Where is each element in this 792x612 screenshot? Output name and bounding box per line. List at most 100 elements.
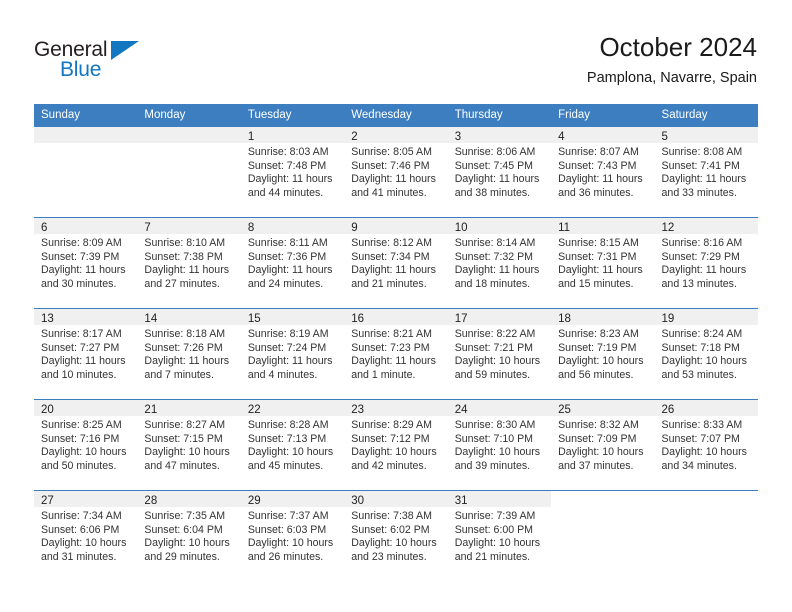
day-cell[interactable]: 18 Sunrise: 8:23 AM Sunset: 7:19 PM Dayligh… <box>551 309 655 399</box>
day-number-band: 18 <box>551 309 655 325</box>
daylight-text: and 27 minutes. <box>144 277 220 290</box>
day-cell[interactable]: 17 Sunrise: 8:22 AM Sunset: 7:21 PM Dayligh… <box>447 309 552 399</box>
day-cell[interactable]: 22 Sunrise: 8:28 AM Sunset: 7:13 PM Dayligh… <box>240 400 345 490</box>
daylight-text: and 53 minutes. <box>661 368 737 381</box>
brand-logo[interactable]: General Blue <box>34 38 214 88</box>
daylight-text: and 47 minutes. <box>144 459 220 472</box>
day-cell[interactable]: 24 Sunrise: 8:30 AM Sunset: 7:10 PM Dayligh… <box>447 400 552 490</box>
day-cell[interactable]: 7 Sunrise: 8:10 AM Sunset: 7:38 PM Daylight… <box>137 218 241 308</box>
day-cell[interactable]: 4 Sunrise: 8:07 AM Sunset: 7:43 PM Daylight… <box>551 127 655 217</box>
day-number: 16 <box>351 313 365 325</box>
page-subtitle: Pamplona, Navarre, Spain <box>586 70 757 86</box>
day-cell[interactable]: 16 Sunrise: 8:21 AM Sunset: 7:23 PM Dayligh… <box>344 309 448 399</box>
day-cell[interactable]: 12 Sunrise: 8:16 AM Sunset: 7:29 PM Dayligh… <box>654 218 758 308</box>
day-details: Sunrise: 8:05 AM Sunset: 7:46 PM Daylight:… <box>344 143 447 200</box>
day-cell[interactable]: 19 Sunrise: 8:24 AM Sunset: 7:18 PM Dayligh… <box>654 309 758 399</box>
day-cell[interactable]: 27 Sunrise: 7:34 AM Sunset: 6:06 PM Dayligh… <box>34 491 138 581</box>
day-cell[interactable]: 14 Sunrise: 8:18 AM Sunset: 7:26 PM Dayligh… <box>137 309 241 399</box>
sunset-text: Sunset: 6:00 PM <box>454 523 534 536</box>
day-number-band: 31 <box>447 491 552 507</box>
daylight-text: and 26 minutes. <box>247 550 324 563</box>
day-details: Sunrise: 7:37 AM Sunset: 6:03 PM Daylight:… <box>241 507 344 564</box>
daylight-text: Daylight: 10 hours <box>351 446 437 458</box>
daylight-text: Daylight: 10 hours <box>247 446 334 458</box>
daylight-text: and 30 minutes. <box>41 277 117 290</box>
day-details: Sunrise: 8:03 AM Sunset: 7:48 PM Daylight:… <box>241 143 344 200</box>
day-details: Sunrise: 8:32 AM Sunset: 7:09 PM Daylight:… <box>551 416 654 473</box>
sunrise-text: Sunrise: 8:07 AM <box>558 146 639 158</box>
daylight-text: and 13 minutes. <box>661 277 737 290</box>
day-details: Sunrise: 8:07 AM Sunset: 7:43 PM Daylight:… <box>551 143 654 200</box>
day-cell[interactable]: 13 Sunrise: 8:17 AM Sunset: 7:27 PM Dayligh… <box>34 309 138 399</box>
day-number-band: 5 <box>654 127 758 143</box>
sunrise-text: Sunrise: 8:22 AM <box>454 328 536 340</box>
sunset-text: Sunset: 7:43 PM <box>558 159 637 172</box>
day-number: 12 <box>661 222 675 234</box>
day-cell[interactable]: 29 Sunrise: 7:37 AM Sunset: 6:03 PM Dayligh… <box>240 491 345 581</box>
day-number-band: 15 <box>240 309 345 325</box>
weekday-header-sunday: Sunday <box>34 104 138 127</box>
weekday-header-monday: Monday <box>137 104 241 127</box>
day-number: 21 <box>144 404 158 416</box>
day-number-band: 23 <box>344 400 448 416</box>
sunset-text: Sunset: 7:07 PM <box>661 432 740 445</box>
day-details: Sunrise: 8:14 AM Sunset: 7:32 PM Daylight:… <box>448 234 551 291</box>
day-number-band: 26 <box>654 400 758 416</box>
day-number-band <box>551 491 654 507</box>
calendar-table: Sunday Monday Tuesday Wednesday Thursday Frid… <box>34 104 758 581</box>
sunrise-text: Sunrise: 8:23 AM <box>558 328 639 340</box>
daylight-text: Daylight: 11 hours <box>454 264 540 276</box>
daylight-text: Daylight: 11 hours <box>454 173 540 185</box>
day-cell[interactable]: 26 Sunrise: 8:33 AM Sunset: 7:07 PM Dayligh… <box>654 400 758 490</box>
day-number: 20 <box>41 404 54 416</box>
day-cell[interactable]: 30 Sunrise: 7:38 AM Sunset: 6:02 PM Dayligh… <box>344 491 448 581</box>
sunrise-text: Sunrise: 7:34 AM <box>41 510 122 522</box>
day-details: Sunrise: 8:30 AM Sunset: 7:10 PM Daylight:… <box>448 416 551 473</box>
day-number-band: 14 <box>137 309 241 325</box>
day-cell[interactable]: 20 Sunrise: 8:25 AM Sunset: 7:16 PM Dayligh… <box>34 400 138 490</box>
day-number-band: 6 <box>34 218 138 234</box>
sunrise-text: Sunrise: 8:18 AM <box>144 328 226 340</box>
daylight-text: Daylight: 10 hours <box>454 537 541 549</box>
day-cell[interactable]: 9 Sunrise: 8:12 AM Sunset: 7:34 PM Daylight… <box>344 218 448 308</box>
sunrise-text: Sunrise: 8:10 AM <box>144 237 226 249</box>
day-number-band: 24 <box>447 400 552 416</box>
day-cell[interactable]: 11 Sunrise: 8:15 AM Sunset: 7:31 PM Dayligh… <box>551 218 655 308</box>
day-number-band: 13 <box>34 309 138 325</box>
day-cell[interactable]: 1 Sunrise: 8:03 AM Sunset: 7:48 PM Daylight… <box>240 127 345 217</box>
day-number-band: 17 <box>447 309 552 325</box>
day-number: 18 <box>558 313 571 325</box>
daylight-text: Daylight: 11 hours <box>247 264 333 276</box>
sunrise-text: Sunrise: 7:39 AM <box>454 510 536 522</box>
day-cell[interactable]: 8 Sunrise: 8:11 AM Sunset: 7:36 PM Daylight… <box>240 218 345 308</box>
daylight-text: Daylight: 10 hours <box>41 446 127 458</box>
daylight-text: Daylight: 10 hours <box>144 537 230 549</box>
day-number: 6 <box>41 222 48 234</box>
day-cell[interactable]: 10 Sunrise: 8:14 AM Sunset: 7:32 PM Dayligh… <box>447 218 552 308</box>
day-number-band: 19 <box>654 309 758 325</box>
sunset-text: Sunset: 7:16 PM <box>41 432 120 445</box>
daylight-text: and 44 minutes. <box>247 186 324 199</box>
day-cell[interactable]: 2 Sunrise: 8:05 AM Sunset: 7:46 PM Daylight… <box>344 127 448 217</box>
day-cell[interactable]: 21 Sunrise: 8:27 AM Sunset: 7:15 PM Dayligh… <box>137 400 241 490</box>
day-cell[interactable]: 28 Sunrise: 7:35 AM Sunset: 6:04 PM Dayligh… <box>137 491 241 581</box>
day-details: Sunrise: 8:25 AM Sunset: 7:16 PM Daylight:… <box>34 416 137 473</box>
day-number-band: 27 <box>34 491 138 507</box>
day-number-band: 7 <box>137 218 241 234</box>
day-cell[interactable]: 5 Sunrise: 8:08 AM Sunset: 7:41 PM Daylight… <box>654 127 758 217</box>
sunrise-text: Sunrise: 8:24 AM <box>661 328 743 340</box>
day-cell[interactable]: 15 Sunrise: 8:19 AM Sunset: 7:24 PM Dayligh… <box>240 309 345 399</box>
day-cell[interactable]: 31 Sunrise: 7:39 AM Sunset: 6:00 PM Dayligh… <box>447 491 552 581</box>
day-number: 10 <box>454 222 468 234</box>
day-details: Sunrise: 8:09 AM Sunset: 7:39 PM Daylight:… <box>34 234 137 291</box>
day-details <box>655 507 758 510</box>
day-details: Sunrise: 8:29 AM Sunset: 7:12 PM Daylight:… <box>344 416 447 473</box>
daylight-text: and 23 minutes. <box>351 550 427 563</box>
day-cell[interactable]: 23 Sunrise: 8:29 AM Sunset: 7:12 PM Dayligh… <box>344 400 448 490</box>
day-number-band: 9 <box>344 218 448 234</box>
daylight-text: Daylight: 11 hours <box>351 173 436 185</box>
day-cell[interactable]: 3 Sunrise: 8:06 AM Sunset: 7:45 PM Daylight… <box>447 127 552 217</box>
day-cell[interactable]: 6 Sunrise: 8:09 AM Sunset: 7:39 PM Daylight… <box>34 218 138 308</box>
day-cell[interactable]: 25 Sunrise: 8:32 AM Sunset: 7:09 PM Dayligh… <box>551 400 655 490</box>
daylight-text: Daylight: 10 hours <box>454 355 541 367</box>
